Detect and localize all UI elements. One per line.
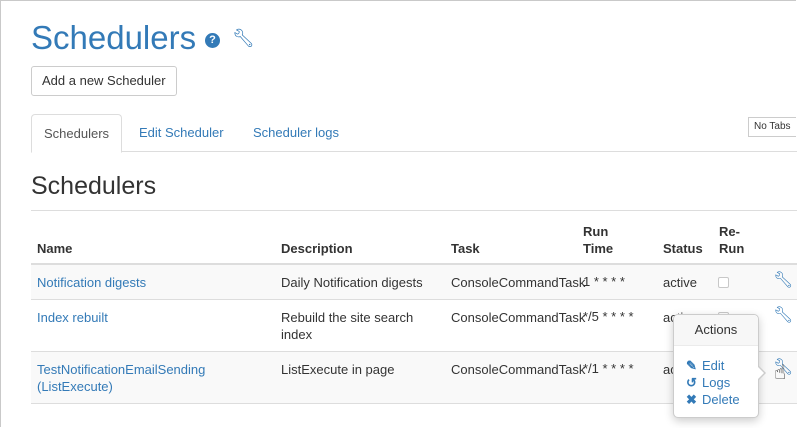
header-run-time-line2[interactable]: Time [583, 240, 613, 257]
header-name[interactable]: Name [37, 240, 72, 257]
row-name-link[interactable]: Notification digests [37, 274, 146, 291]
header-status[interactable]: Status [663, 240, 703, 257]
logs-action-label: Logs [702, 375, 731, 390]
row-name-link[interactable]: TestNotificationEmailSending [37, 361, 205, 378]
tab-schedulers[interactable]: Schedulers [31, 114, 123, 153]
help-icon[interactable]: ? [205, 33, 220, 48]
schedulers-table: Name Description Task Run Time Status Re… [31, 210, 797, 404]
row-name-link-line2[interactable]: (ListExecute) [37, 378, 113, 395]
section-title: Schedulers [31, 172, 157, 200]
row-name-link[interactable]: Index rebuilt [37, 309, 108, 326]
row-task: ConsoleCommandTask [451, 362, 586, 377]
title-wrench-icon[interactable]: 🔧︎ [232, 29, 255, 47]
row-description-line2: index [281, 327, 313, 342]
header-rerun-line2[interactable]: Run [719, 240, 744, 257]
row-description: Rebuild the site search [281, 310, 414, 325]
row-run-time: */1 * * * * [583, 361, 634, 376]
tab-scheduler-logs[interactable]: Scheduler logs [241, 114, 351, 152]
row-actions-wrench-icon[interactable]: 🔧︎ [773, 273, 793, 289]
edit-action[interactable]: ✎ Edit [686, 358, 724, 374]
mouse-cursor-icon: ☝︎ [774, 362, 787, 384]
edit-action-label: Edit [702, 358, 725, 373]
history-icon: ↺ [686, 375, 697, 390]
page-title: Schedulers [31, 19, 197, 56]
popover-title: Actions [674, 315, 758, 346]
rerun-checkbox[interactable] [718, 277, 729, 288]
delete-action[interactable]: ✖ Delete [686, 392, 740, 408]
no-tabs-button[interactable]: No Tabs [748, 117, 796, 137]
tabs-bar: Schedulers Edit Scheduler Scheduler logs [31, 114, 797, 153]
header-description[interactable]: Description [281, 240, 353, 257]
delete-action-label: Delete [702, 392, 740, 407]
popover-arrow-inner [757, 366, 764, 380]
row-description: ListExecute in page [281, 362, 395, 377]
edit-icon: ✎ [686, 358, 697, 373]
row-description: Daily Notification digests [281, 275, 423, 290]
logs-action[interactable]: ↺ Logs [686, 375, 730, 391]
row-task: ConsoleCommandTask [451, 310, 586, 325]
table-row: Notification digests Daily Notification … [31, 265, 797, 300]
delete-icon: ✖ [686, 392, 697, 407]
header-rerun-line1[interactable]: Re- [719, 223, 740, 240]
actions-popover: Actions ✎ Edit ↺ Logs ✖ Delete [673, 314, 766, 418]
row-status: active [663, 275, 697, 290]
header-task[interactable]: Task [451, 240, 480, 257]
tab-edit-scheduler[interactable]: Edit Scheduler [127, 114, 236, 152]
header-run-time-line1[interactable]: Run [583, 223, 608, 240]
add-scheduler-button[interactable]: Add a new Scheduler [31, 66, 177, 96]
row-actions-wrench-icon[interactable]: 🔧︎ [773, 308, 793, 324]
row-run-time: */5 * * * * [583, 309, 634, 324]
row-run-time: 1 * * * * [583, 274, 625, 289]
row-task: ConsoleCommandTask [451, 275, 586, 290]
